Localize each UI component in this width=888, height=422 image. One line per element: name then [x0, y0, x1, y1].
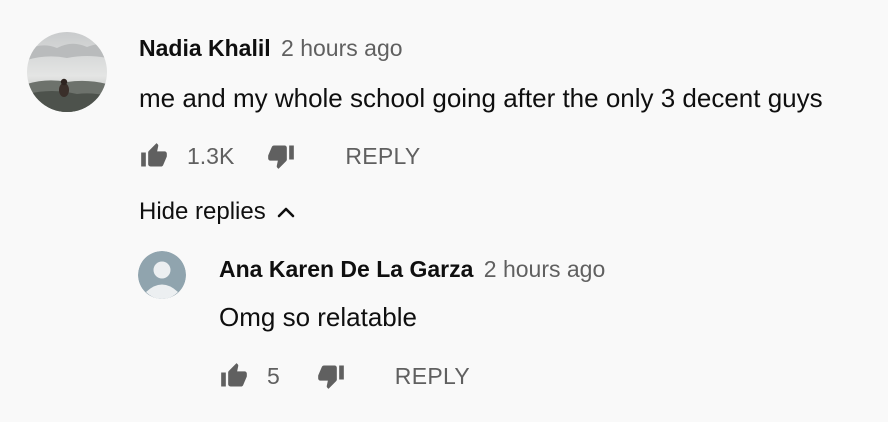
avatar-photo-icon [27, 32, 107, 112]
thumbs-down-icon [268, 145, 295, 169]
reply-author[interactable]: Ana Karen De La Garza [219, 256, 473, 282]
chevron-up-icon [276, 205, 296, 219]
comment-actions: 1.3K REPLY [139, 141, 421, 171]
reply-avatar[interactable] [138, 251, 186, 299]
default-avatar-icon [138, 251, 186, 299]
thumbs-up-icon [221, 363, 247, 387]
reply-actions: 5 REPLY [219, 361, 470, 391]
reply-like-count: 5 [267, 362, 280, 389]
hide-replies-button[interactable]: Hide replies [139, 198, 296, 226]
thumbs-down-icon [317, 365, 344, 389]
like-button[interactable] [139, 142, 169, 170]
hide-replies-label: Hide replies [139, 198, 266, 225]
reply-dislike-button[interactable] [316, 362, 346, 390]
comment-thread: Nadia Khalil 2 hours ago me and my whole… [0, 0, 888, 422]
reply-timestamp[interactable]: 2 hours ago [484, 256, 605, 282]
comment-header: Nadia Khalil 2 hours ago [139, 34, 403, 62]
comment-text: me and my whole school going after the o… [139, 83, 823, 113]
reply-like-button[interactable] [219, 362, 249, 390]
reply-header: Ana Karen De La Garza 2 hours ago [219, 255, 605, 283]
like-count: 1.3K [187, 142, 235, 169]
comment-author[interactable]: Nadia Khalil [139, 35, 271, 61]
reply-text: Omg so relatable [219, 302, 417, 332]
dislike-button[interactable] [266, 142, 296, 170]
comment-timestamp[interactable]: 2 hours ago [281, 35, 402, 61]
reply-button[interactable]: REPLY [345, 143, 420, 170]
avatar[interactable] [27, 32, 107, 112]
thumbs-up-icon [141, 143, 167, 167]
reply-reply-button[interactable]: REPLY [395, 363, 470, 390]
